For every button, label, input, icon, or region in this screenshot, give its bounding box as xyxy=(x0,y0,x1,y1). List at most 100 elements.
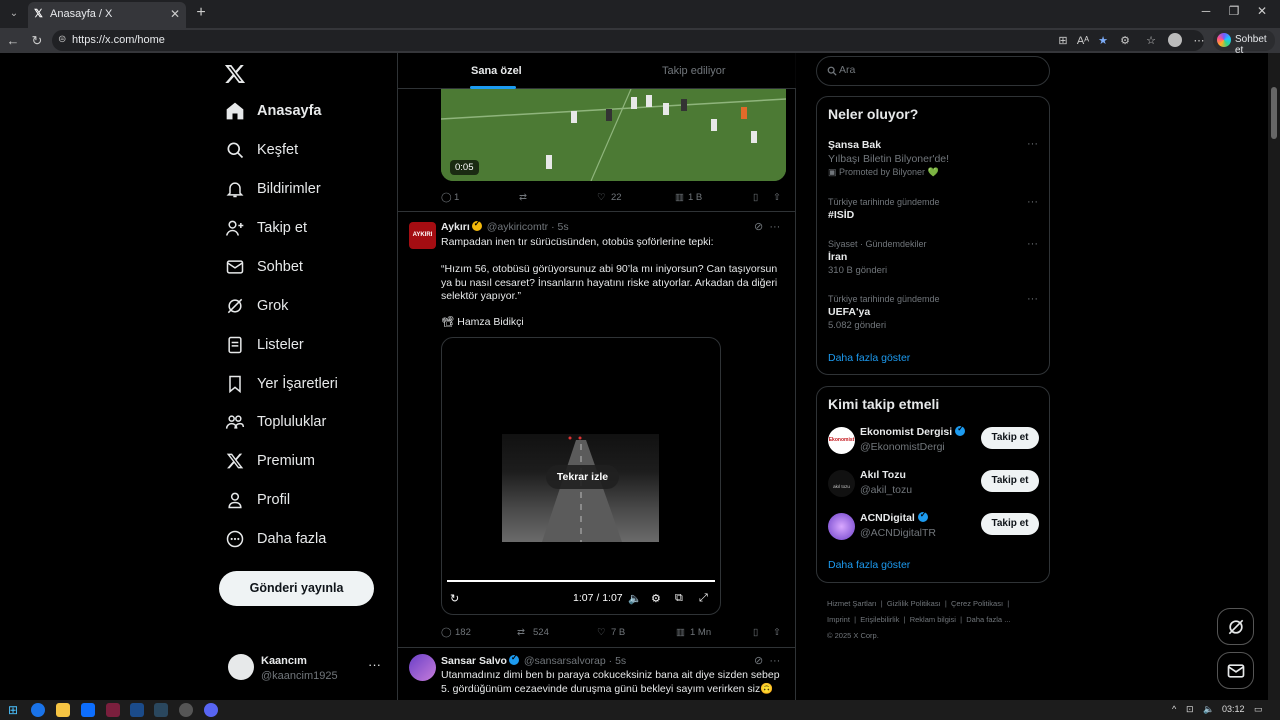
picture-in-picture-icon[interactable]: ⧉ xyxy=(675,592,683,605)
bookmark-icon[interactable]: ▯ xyxy=(753,192,758,203)
trend-item[interactable]: Türkiye tarihinde gündemde #ISİD ··· xyxy=(828,196,1038,222)
footer-link[interactable]: Hizmet Şartları xyxy=(827,599,877,608)
address-bar[interactable]: ⊜ https://x.com/home ⊞ Aᴬ ★ ⚙ ☆ ⋯ xyxy=(52,30,1206,51)
share-icon[interactable]: ⇧ xyxy=(773,627,781,638)
account-switcher[interactable]: Kaancım @kaancim1925 ··· xyxy=(226,650,396,684)
tray-chevron-icon[interactable]: ^ xyxy=(1172,704,1176,714)
file-explorer-icon[interactable] xyxy=(56,703,70,717)
nav-explore[interactable]: Keşfet xyxy=(224,134,394,166)
footer-link[interactable]: Reklam bilgisi xyxy=(910,615,956,624)
notification-icon[interactable]: ▭ xyxy=(1254,704,1263,715)
nav-grok[interactable]: Grok xyxy=(224,290,394,322)
nav-premium[interactable]: Premium xyxy=(224,445,394,477)
bookmark-icon[interactable]: ▯ xyxy=(753,627,758,638)
follow-suggestion[interactable]: akıl tozu Akıl Tozu @akil_tozu Takip et xyxy=(828,467,1042,501)
replay-icon[interactable]: ↻ xyxy=(450,592,459,605)
footer-link[interactable]: Gizlilik Politikası xyxy=(887,599,941,608)
more-dots-icon[interactable]: ··· xyxy=(1027,293,1038,305)
search-input[interactable] xyxy=(839,64,1029,76)
profile-avatar-icon[interactable] xyxy=(1168,33,1182,47)
more-dots-icon[interactable]: ··· xyxy=(368,657,381,672)
retweet-icon[interactable]: ⇄ xyxy=(517,627,525,638)
post-button[interactable]: Gönderi yayınla xyxy=(219,571,374,606)
store-icon[interactable] xyxy=(81,703,95,717)
site-info-icon[interactable]: ⊜ xyxy=(58,34,66,45)
edge-browser-icon[interactable] xyxy=(31,703,45,717)
reply-icon[interactable]: ◯ xyxy=(441,192,452,203)
nav-bookmarks[interactable]: Yer İşaretleri xyxy=(224,368,394,400)
views-icon[interactable]: ▥ xyxy=(676,627,685,638)
app-icon[interactable] xyxy=(130,703,144,717)
volume-icon[interactable]: 🔈 xyxy=(628,592,642,605)
tweet-time[interactable]: · 5s xyxy=(551,221,569,233)
more-dots-icon[interactable]: ··· xyxy=(1027,196,1038,208)
grok-explain-icon[interactable]: ⊘ xyxy=(754,655,763,667)
tweet-video-player[interactable]: Tekrar izle ↻ 1:07 / 1:07 🔈 ⚙ ⧉ ⤢ xyxy=(441,337,721,615)
grok-explain-icon[interactable]: ⊘ xyxy=(754,221,763,233)
author-name[interactable]: Aykırı xyxy=(441,221,470,233)
close-tab-icon[interactable]: ✕ xyxy=(170,7,180,21)
page-scrollbar[interactable] xyxy=(1268,53,1280,700)
trend-item[interactable]: Türkiye tarihinde gündemde UEFA'ya 5.082… xyxy=(828,293,1038,333)
trend-item[interactable]: Siyaset · Gündemdekiler İran 310 B gönde… xyxy=(828,238,1038,278)
clock[interactable]: 03:12 xyxy=(1222,704,1245,714)
footer-link[interactable]: Daha fazla ... xyxy=(966,615,1010,624)
follow-button[interactable]: Takip et xyxy=(981,427,1039,449)
follow-button[interactable]: Takip et xyxy=(981,513,1039,535)
reload-icon[interactable]: ↻ xyxy=(28,32,46,50)
avatar[interactable] xyxy=(409,654,436,681)
footer-link[interactable]: Erişilebilirlik xyxy=(860,615,899,624)
nav-profile[interactable]: Profil xyxy=(224,484,394,516)
copilot-button[interactable]: Sohbet et xyxy=(1213,30,1275,56)
views-icon[interactable]: ▥ xyxy=(675,192,684,203)
follow-suggestion[interactable]: Ekonomist Ekonomist Dergisi @EkonomistDe… xyxy=(828,424,1042,458)
app-available-icon[interactable]: ⊞ xyxy=(1056,34,1070,48)
app-icon[interactable] xyxy=(106,703,120,717)
settings-more-icon[interactable]: ⋯ xyxy=(1192,34,1206,48)
nav-messages[interactable]: Sohbet xyxy=(224,251,394,283)
grok-floating-button[interactable] xyxy=(1217,608,1254,645)
footer-link[interactable]: Çerez Politikası xyxy=(951,599,1003,608)
nav-communities[interactable]: Topluluklar xyxy=(224,406,394,438)
discord-icon[interactable] xyxy=(204,703,218,717)
restore-icon[interactable]: ❐ xyxy=(1224,4,1244,22)
x-logo-icon[interactable] xyxy=(224,63,248,87)
volume-tray-icon[interactable]: 🔈 xyxy=(1203,704,1214,715)
minimize-icon[interactable]: ─ xyxy=(1196,4,1216,22)
scrollbar-thumb[interactable] xyxy=(1271,87,1277,139)
follow-button[interactable]: Takip et xyxy=(981,470,1039,492)
settings-gear-icon[interactable]: ⚙ xyxy=(651,592,661,605)
steam-icon[interactable] xyxy=(154,703,168,717)
video-progress-bar[interactable] xyxy=(447,580,715,582)
author-handle[interactable]: @aykiricomtr xyxy=(487,221,548,233)
like-icon[interactable]: ♡ xyxy=(597,627,606,638)
author-name[interactable]: Sansar Salvo xyxy=(441,655,507,667)
more-dots-icon[interactable]: ··· xyxy=(769,655,780,667)
favorites-icon[interactable]: ☆ xyxy=(1144,34,1158,48)
nav-follow[interactable]: Takip et xyxy=(224,212,394,244)
browser-tab[interactable]: 𝕏 Anasayfa / X ✕ xyxy=(28,2,186,28)
window-close-icon[interactable]: ✕ xyxy=(1252,4,1272,22)
more-dots-icon[interactable]: ··· xyxy=(769,221,780,233)
nav-lists[interactable]: Listeler xyxy=(224,329,394,361)
follow-suggestion[interactable]: ACNDigital @ACNDigitalTR Takip et xyxy=(828,510,1042,544)
author-handle[interactable]: @sansarsalvorap xyxy=(524,655,606,667)
network-icon[interactable]: ⊡ xyxy=(1186,704,1194,715)
messages-floating-button[interactable] xyxy=(1217,652,1254,689)
more-dots-icon[interactable]: ··· xyxy=(1027,238,1038,250)
retweet-icon[interactable]: ⇄ xyxy=(519,192,527,203)
show-more-link[interactable]: Daha fazla göster xyxy=(828,559,910,571)
more-dots-icon[interactable]: ··· xyxy=(1027,138,1038,150)
search-box[interactable] xyxy=(816,56,1050,86)
share-icon[interactable]: ⇧ xyxy=(773,192,781,203)
nav-notifications[interactable]: Bildirimler xyxy=(224,173,394,205)
new-tab-icon[interactable]: + xyxy=(192,4,210,22)
nav-more[interactable]: Daha fazla xyxy=(224,523,394,555)
tweet-time[interactable]: · 5s xyxy=(609,655,627,667)
tab-list-chevron-icon[interactable]: ⌄ xyxy=(4,4,24,24)
replay-button[interactable]: Tekrar izle xyxy=(546,465,619,489)
tab-following[interactable]: Takip ediliyor xyxy=(662,65,726,77)
back-icon[interactable]: ← xyxy=(4,32,22,50)
tweet-video[interactable]: 0:05 xyxy=(441,89,786,181)
show-more-link[interactable]: Daha fazla göster xyxy=(828,352,910,364)
